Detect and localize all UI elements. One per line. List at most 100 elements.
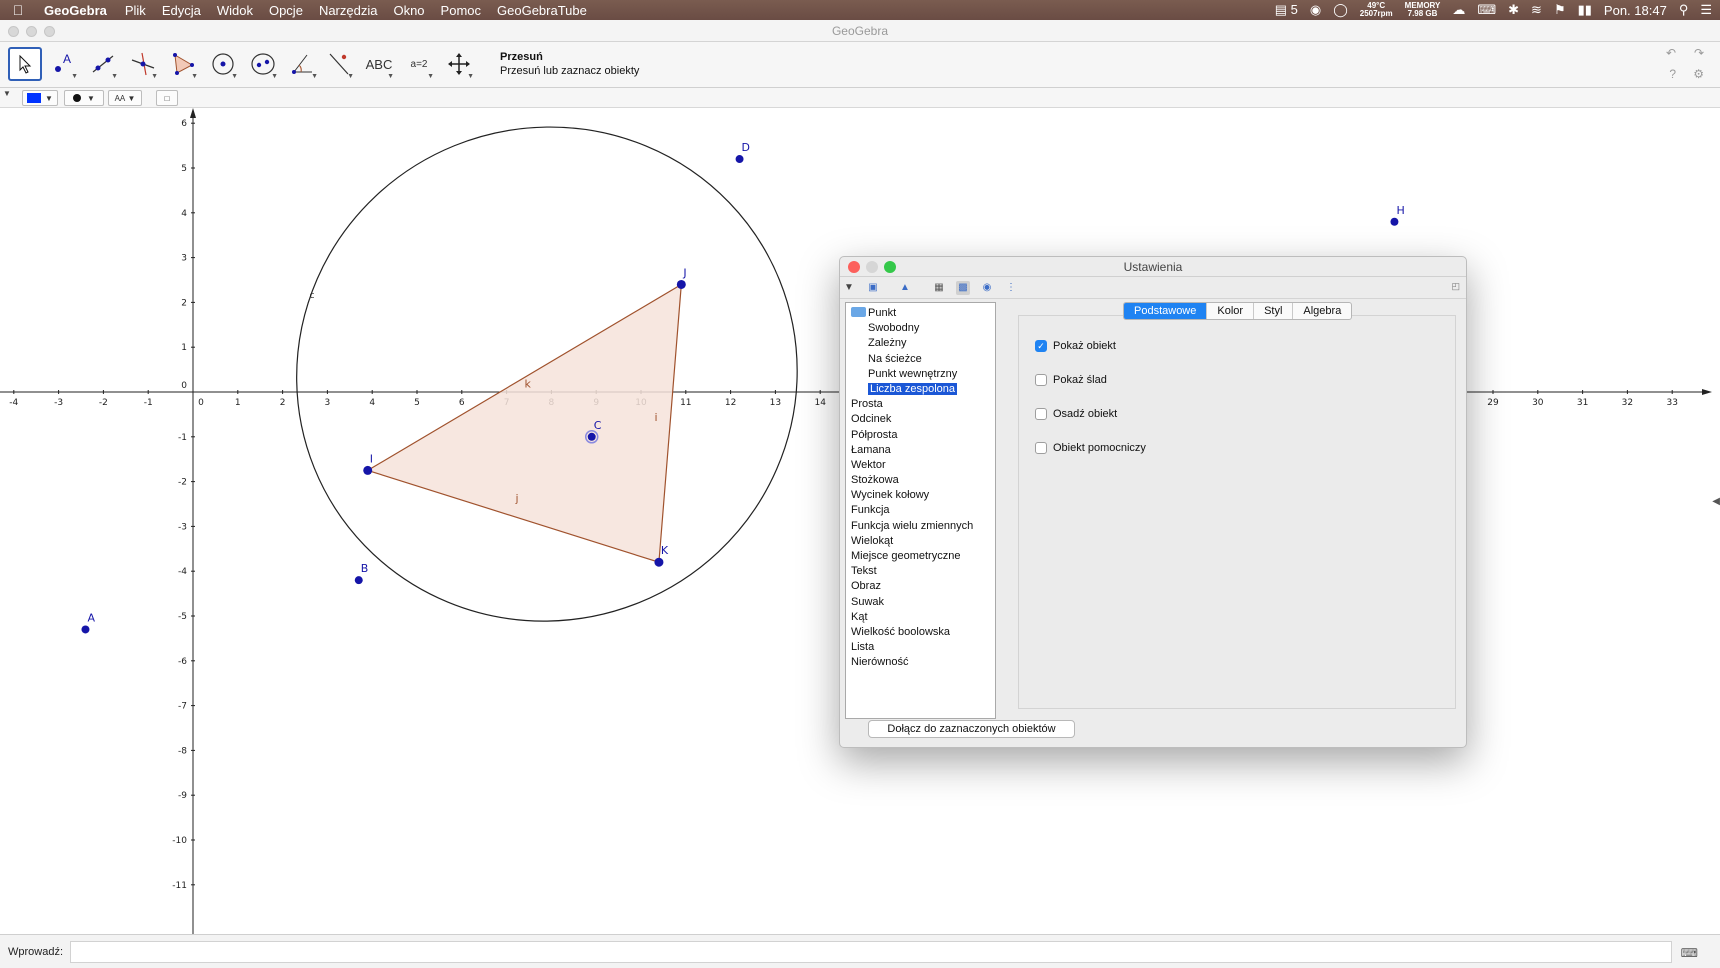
checkbox-box[interactable]: [1035, 442, 1047, 454]
dialog-resize-icon[interactable]: ◰: [1451, 281, 1460, 292]
tree-item[interactable]: Miejsce geometryczne: [846, 549, 995, 564]
circle-tool-button[interactable]: ▼: [206, 47, 240, 81]
tree-item[interactable]: Kąt: [846, 610, 995, 625]
spotlight-icon[interactable]: ⚲: [1679, 2, 1689, 18]
tree-item[interactable]: Półprosta: [846, 428, 995, 443]
redo-icon[interactable]: ↷: [1694, 46, 1704, 60]
move-tool-button[interactable]: [8, 47, 42, 81]
dialog-minimize-icon[interactable]: [866, 261, 878, 273]
polygon-tool-button[interactable]: ▼: [166, 47, 200, 81]
undo-icon[interactable]: ↶: [1666, 46, 1676, 60]
checkbox-box[interactable]: [1035, 408, 1047, 420]
tree-item[interactable]: Wektor: [846, 458, 995, 473]
apply-to-selected-button[interactable]: Dołącz do zaznaczonych obiektów: [868, 720, 1075, 738]
move-view-tool-button[interactable]: ▼: [442, 47, 476, 81]
memory-status[interactable]: MEMORY 7.98 GB: [1405, 2, 1441, 18]
show-trace-checkbox[interactable]: Pokaż ślad: [1035, 373, 1107, 387]
flag-icon[interactable]: ⚑: [1554, 2, 1566, 18]
ellipse-tool-button[interactable]: ▼: [246, 47, 280, 81]
help-icon[interactable]: ?: [1669, 67, 1676, 81]
fix-object-checkbox[interactable]: Osadź obiekt: [1035, 407, 1117, 421]
menu-opcje[interactable]: Opcje: [261, 3, 311, 18]
point-j[interactable]: [676, 279, 686, 289]
label-style-button[interactable]: AА ▼: [108, 90, 142, 106]
menu-edycja[interactable]: Edycja: [154, 3, 209, 18]
tree-item[interactable]: Suwak: [846, 595, 995, 610]
tree-item[interactable]: Zależny: [846, 336, 995, 351]
checkmark-icon[interactable]: ✓: [1035, 340, 1047, 352]
point-h[interactable]: [1390, 217, 1399, 226]
tree-item[interactable]: Punkt wewnętrzny: [846, 367, 995, 382]
tree-item[interactable]: Swobodny: [846, 321, 995, 336]
tree-item[interactable]: Funkcja wielu zmiennych: [846, 519, 995, 534]
tab-kolor[interactable]: Kolor: [1207, 303, 1255, 319]
dialog-menu-arrow-icon[interactable]: ▼: [842, 281, 856, 295]
point-a[interactable]: [81, 625, 90, 634]
app-menu[interactable]: GeoGebra: [36, 3, 117, 18]
keyboard-icon[interactable]: ⌨: [1477, 2, 1496, 18]
tree-item[interactable]: Prosta: [846, 397, 995, 412]
menu-plik[interactable]: Plik: [117, 3, 154, 18]
apple-menu-icon[interactable]: : [0, 2, 36, 18]
tree-item[interactable]: Stożkowa: [846, 473, 995, 488]
notification-center-icon[interactable]: ☰: [1700, 2, 1712, 18]
point-d[interactable]: [735, 155, 744, 164]
tree-item[interactable]: Wielokąt: [846, 534, 995, 549]
point-k[interactable]: [654, 557, 664, 567]
angle-tool-button[interactable]: ▼: [286, 47, 320, 81]
fan-status[interactable]: 49°C 2507rpm: [1360, 2, 1393, 18]
expand-algebra-icon[interactable]: ◀: [1712, 496, 1720, 507]
sync-icon[interactable]: ◉: [1310, 2, 1321, 18]
tree-item[interactable]: Wielkość boolowska: [846, 625, 995, 640]
slider-tool-button[interactable]: a=2 ▼: [402, 47, 436, 81]
tree-item[interactable]: Obraz: [846, 579, 995, 594]
menu-geogebratube[interactable]: GeoGebraTube: [489, 3, 595, 18]
perpendicular-tool-button[interactable]: ▼: [126, 47, 160, 81]
notes-status[interactable]: ▤ 5: [1275, 2, 1298, 18]
lock-button[interactable]: □: [156, 90, 178, 106]
checkbox-box[interactable]: [1035, 374, 1047, 386]
virtual-keyboard-icon[interactable]: ⌨: [1681, 946, 1698, 960]
tree-item[interactable]: Punkt: [846, 306, 995, 321]
tree-item[interactable]: Wycinek kołowy: [846, 488, 995, 503]
input-field[interactable]: [70, 941, 1672, 963]
advanced-settings-icon[interactable]: ◉: [980, 281, 994, 295]
point-c[interactable]: [587, 432, 596, 441]
close-window-icon[interactable]: [8, 26, 19, 37]
layout-settings-icon[interactable]: ▦: [932, 281, 946, 295]
tab-styl[interactable]: Styl: [1254, 303, 1294, 319]
line-tool-button[interactable]: ▼: [86, 47, 120, 81]
dialog-close-icon[interactable]: [848, 261, 860, 273]
style-bar-toggle-icon[interactable]: ▼: [3, 89, 11, 98]
point-style-button[interactable]: ▼: [64, 90, 104, 106]
bluetooth-icon[interactable]: ✱: [1508, 2, 1519, 18]
menu-okno[interactable]: Okno: [385, 3, 432, 18]
object-settings-icon[interactable]: ▲: [898, 281, 912, 295]
auxiliary-object-checkbox[interactable]: Obiekt pomocniczy: [1035, 441, 1146, 455]
point-tool-button[interactable]: A ▼: [46, 47, 80, 81]
tree-item[interactable]: Odcinek: [846, 412, 995, 427]
show-object-checkbox[interactable]: ✓ Pokaż obiekt: [1035, 339, 1116, 353]
tree-item[interactable]: Nierówność: [846, 655, 995, 670]
text-tool-button[interactable]: ABC ▼: [362, 47, 396, 81]
tab-podstawowe[interactable]: Podstawowe: [1124, 303, 1208, 319]
tree-item[interactable]: Liczba zespolona: [846, 382, 995, 397]
reflect-tool-button[interactable]: ▼: [322, 47, 356, 81]
point-b[interactable]: [354, 576, 363, 585]
tree-item[interactable]: Funkcja: [846, 503, 995, 518]
color-picker-button[interactable]: ▼: [22, 90, 58, 106]
graphics-settings-icon[interactable]: ▣: [866, 281, 880, 295]
more-settings-icon[interactable]: ⋮: [1004, 281, 1018, 295]
cloud-icon[interactable]: ☁: [1452, 2, 1465, 18]
tree-item[interactable]: Łamana: [846, 443, 995, 458]
tree-item[interactable]: Tekst: [846, 564, 995, 579]
point-i[interactable]: [363, 465, 373, 475]
menu-pomoc[interactable]: Pomoc: [433, 3, 489, 18]
menu-widok[interactable]: Widok: [209, 3, 261, 18]
tree-item[interactable]: Lista: [846, 640, 995, 655]
dialog-zoom-icon[interactable]: [884, 261, 896, 273]
creative-cloud-icon[interactable]: ◯: [1333, 2, 1348, 18]
defaults-settings-icon[interactable]: ▩: [956, 281, 970, 295]
tree-item[interactable]: Na ścieżce: [846, 352, 995, 367]
menu-narzedzia[interactable]: Narzędzia: [311, 3, 386, 18]
